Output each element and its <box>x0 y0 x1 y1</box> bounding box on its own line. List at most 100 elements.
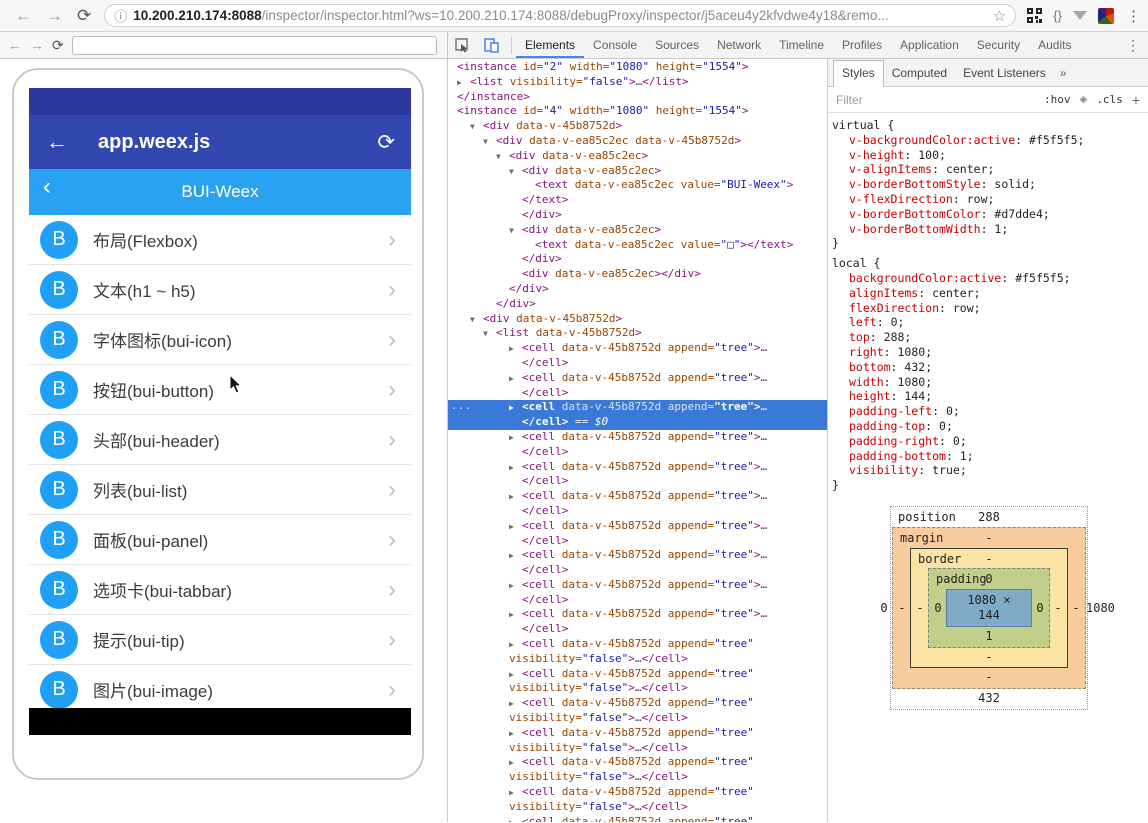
list-item[interactable]: B文本(h1 ~ h5)› <box>29 265 411 315</box>
dom-tree-line[interactable]: <text data-v-ea85c2ec value="BUI-Weex"> <box>448 178 827 193</box>
tab-audits[interactable]: Audits <box>1029 32 1080 58</box>
dom-tree-line[interactable]: <text data-v-ea85c2ec value="□"></text> <box>448 238 827 253</box>
dom-tree-line[interactable]: ▶<cell data-v-45b8752d append="tree" <box>448 785 827 800</box>
expand-arrow-icon[interactable]: ▶ <box>509 756 522 771</box>
expand-arrow-icon[interactable]: ▶ <box>509 549 522 564</box>
expand-arrow-icon[interactable]: ▶ <box>509 668 522 683</box>
collapse-arrow-icon[interactable]: ▼ <box>509 165 522 180</box>
tab-console[interactable]: Console <box>584 32 646 58</box>
list-item[interactable]: B选项卡(bui-tabbar)› <box>29 565 411 615</box>
collapse-arrow-icon[interactable]: ▼ <box>496 150 509 165</box>
dom-tree-line[interactable]: ▼<div data-v-ea85c2ec data-v-45b8752d> <box>448 134 827 149</box>
dom-tree-line[interactable]: </cell> <box>448 563 827 578</box>
sidebar-tabs-overflow-icon[interactable]: » <box>1054 61 1073 86</box>
inspector-url-input[interactable] <box>72 36 437 55</box>
expand-arrow-icon[interactable]: ▶ <box>509 431 522 446</box>
dom-tree-line[interactable]: ▶<cell data-v-45b8752d append="tree">… <box>448 548 827 563</box>
toggle-element-state-button[interactable]: :hov <box>1044 93 1071 106</box>
dom-tree-line[interactable]: visibility="false">…</cell> <box>448 800 827 815</box>
list-item[interactable]: B提示(bui-tip)› <box>29 615 411 665</box>
dom-tree-line[interactable]: </cell> <box>448 445 827 460</box>
dom-tree-line[interactable]: visibility="false">…</cell> <box>448 681 827 696</box>
box-model-margin[interactable]: margin- - border- - padding0 <box>892 527 1086 689</box>
dom-tree-line[interactable]: </cell> <box>448 622 827 637</box>
list-item[interactable]: B头部(bui-header)› <box>29 415 411 465</box>
dom-tree-line[interactable]: <instance id="4" width="1080" height="15… <box>448 104 827 119</box>
rule-selector[interactable]: virtual { <box>832 118 1146 133</box>
dom-tree-line[interactable]: ▼<div data-v-ea85c2ec> <box>448 149 827 164</box>
tab-timeline[interactable]: Timeline <box>770 32 833 58</box>
expand-arrow-icon[interactable]: ▶ <box>509 786 522 801</box>
page-info-icon[interactable]: ⓘ <box>114 6 127 25</box>
collapse-arrow-icon[interactable]: ▼ <box>483 327 496 342</box>
inspector-reload-icon[interactable]: ⟳ <box>52 37 64 54</box>
dom-tree-line[interactable]: visibility="false">…</cell> <box>448 711 827 726</box>
dom-tree-line[interactable]: ▶<cell data-v-45b8752d append="tree" <box>448 815 827 822</box>
style-property[interactable]: left: 0; <box>832 315 1146 330</box>
sidebar-tab-styles[interactable]: Styles <box>833 60 884 87</box>
inspect-element-icon[interactable] <box>448 32 477 58</box>
dom-tree-line[interactable]: ▶<cell data-v-45b8752d append="tree">… <box>448 519 827 534</box>
dom-tree-line[interactable]: </cell> <box>448 474 827 489</box>
expand-arrow-icon[interactable]: ▶ <box>509 401 522 416</box>
style-property[interactable]: bottom: 432; <box>832 360 1146 375</box>
style-property[interactable]: padding-bottom: 1; <box>832 449 1146 464</box>
style-property[interactable]: v-flexDirection: row; <box>832 192 1146 207</box>
collapse-arrow-icon[interactable]: ▼ <box>483 135 496 150</box>
style-property[interactable]: v-alignItems: center; <box>832 162 1146 177</box>
style-property[interactable]: width: 1080; <box>832 375 1146 390</box>
list-item[interactable]: B面板(bui-panel)› <box>29 515 411 565</box>
new-style-rule-icon[interactable]: + <box>1132 92 1140 108</box>
dom-tree-line[interactable]: </cell> <box>448 593 827 608</box>
dom-tree-line[interactable]: ▶<cell data-v-45b8752d append="tree">… <box>448 607 827 622</box>
dom-tree-line[interactable]: ▶<cell data-v-45b8752d append="tree" <box>448 726 827 741</box>
style-property[interactable]: padding-top: 0; <box>832 419 1146 434</box>
style-property[interactable]: height: 144; <box>832 389 1146 404</box>
extension-icon[interactable] <box>1098 8 1114 24</box>
bookmark-star-icon[interactable]: ☆ <box>993 7 1006 25</box>
braces-extension-icon[interactable]: {} <box>1053 8 1062 23</box>
dom-tree-line[interactable]: </div> <box>448 208 827 223</box>
tab-application[interactable]: Application <box>891 32 968 58</box>
forward-icon[interactable]: → <box>46 6 63 26</box>
back-icon[interactable]: ← <box>15 6 32 26</box>
dom-tree-line[interactable]: ▼<div data-v-ea85c2ec> <box>448 223 827 238</box>
style-property[interactable]: padding-left: 0; <box>832 404 1146 419</box>
app-reload-icon[interactable]: ⟳ <box>377 130 395 155</box>
collapse-arrow-icon[interactable]: ▼ <box>509 224 522 239</box>
node-menu-dots[interactable]: ... <box>451 400 472 415</box>
inspector-forward-icon[interactable]: → <box>30 37 44 53</box>
browser-menu-icon[interactable]: ⋮ <box>1126 7 1141 25</box>
expand-arrow-icon[interactable]: ▶ <box>509 608 522 623</box>
style-property[interactable]: v-backgroundColor:active: #f5f5f5; <box>832 133 1146 148</box>
sidebar-tab-computed[interactable]: Computed <box>884 61 955 86</box>
dom-tree-line[interactable]: ▼<div data-v-45b8752d> <box>448 312 827 327</box>
expand-arrow-icon[interactable]: ▶ <box>509 579 522 594</box>
style-property[interactable]: padding-right: 0; <box>832 434 1146 449</box>
dom-tree-line[interactable]: </text> <box>448 193 827 208</box>
dom-tree-line[interactable]: ▶<cell data-v-45b8752d append="tree">… <box>448 371 827 386</box>
list-item[interactable]: B列表(bui-list)› <box>29 465 411 515</box>
expand-arrow-icon[interactable]: ▶ <box>509 461 522 476</box>
style-property[interactable]: v-height: 100; <box>832 148 1146 163</box>
dom-tree-line[interactable]: ▶<cell data-v-45b8752d append="tree" <box>448 667 827 682</box>
diamond-icon[interactable]: ◈ <box>1079 92 1087 107</box>
expand-arrow-icon[interactable]: ▶ <box>509 697 522 712</box>
list-item[interactable]: B按钮(bui-button)› <box>29 365 411 415</box>
style-property[interactable]: flexDirection: row; <box>832 301 1146 316</box>
box-model-padding[interactable]: padding0 0 1080 × 144 0 1 <box>928 568 1050 647</box>
dom-tree-line[interactable]: </instance> <box>448 90 827 105</box>
collapse-arrow-icon[interactable]: ▼ <box>470 313 483 328</box>
dom-tree-line[interactable]: ▶<cell data-v-45b8752d append="tree" <box>448 755 827 770</box>
dom-tree-line[interactable]: ▼<list data-v-45b8752d> <box>448 326 827 341</box>
box-model-content[interactable]: 1080 × 144 <box>946 589 1032 627</box>
style-property[interactable]: v-borderBottomColor: #d7dde4; <box>832 207 1146 222</box>
dom-tree-line[interactable]: <instance id="2" width="1080" height="15… <box>448 60 827 75</box>
expand-arrow-icon[interactable]: ▶ <box>509 490 522 505</box>
inspector-back-icon[interactable]: ← <box>8 37 22 53</box>
tab-network[interactable]: Network <box>708 32 770 58</box>
expand-arrow-icon[interactable]: ▶ <box>509 816 522 822</box>
dom-tree-line[interactable]: </cell> <box>448 356 827 371</box>
dom-tree-line[interactable]: visibility="false">…</cell> <box>448 652 827 667</box>
box-model-position[interactable]: position288 0 margin- - border- - <box>890 506 1088 710</box>
